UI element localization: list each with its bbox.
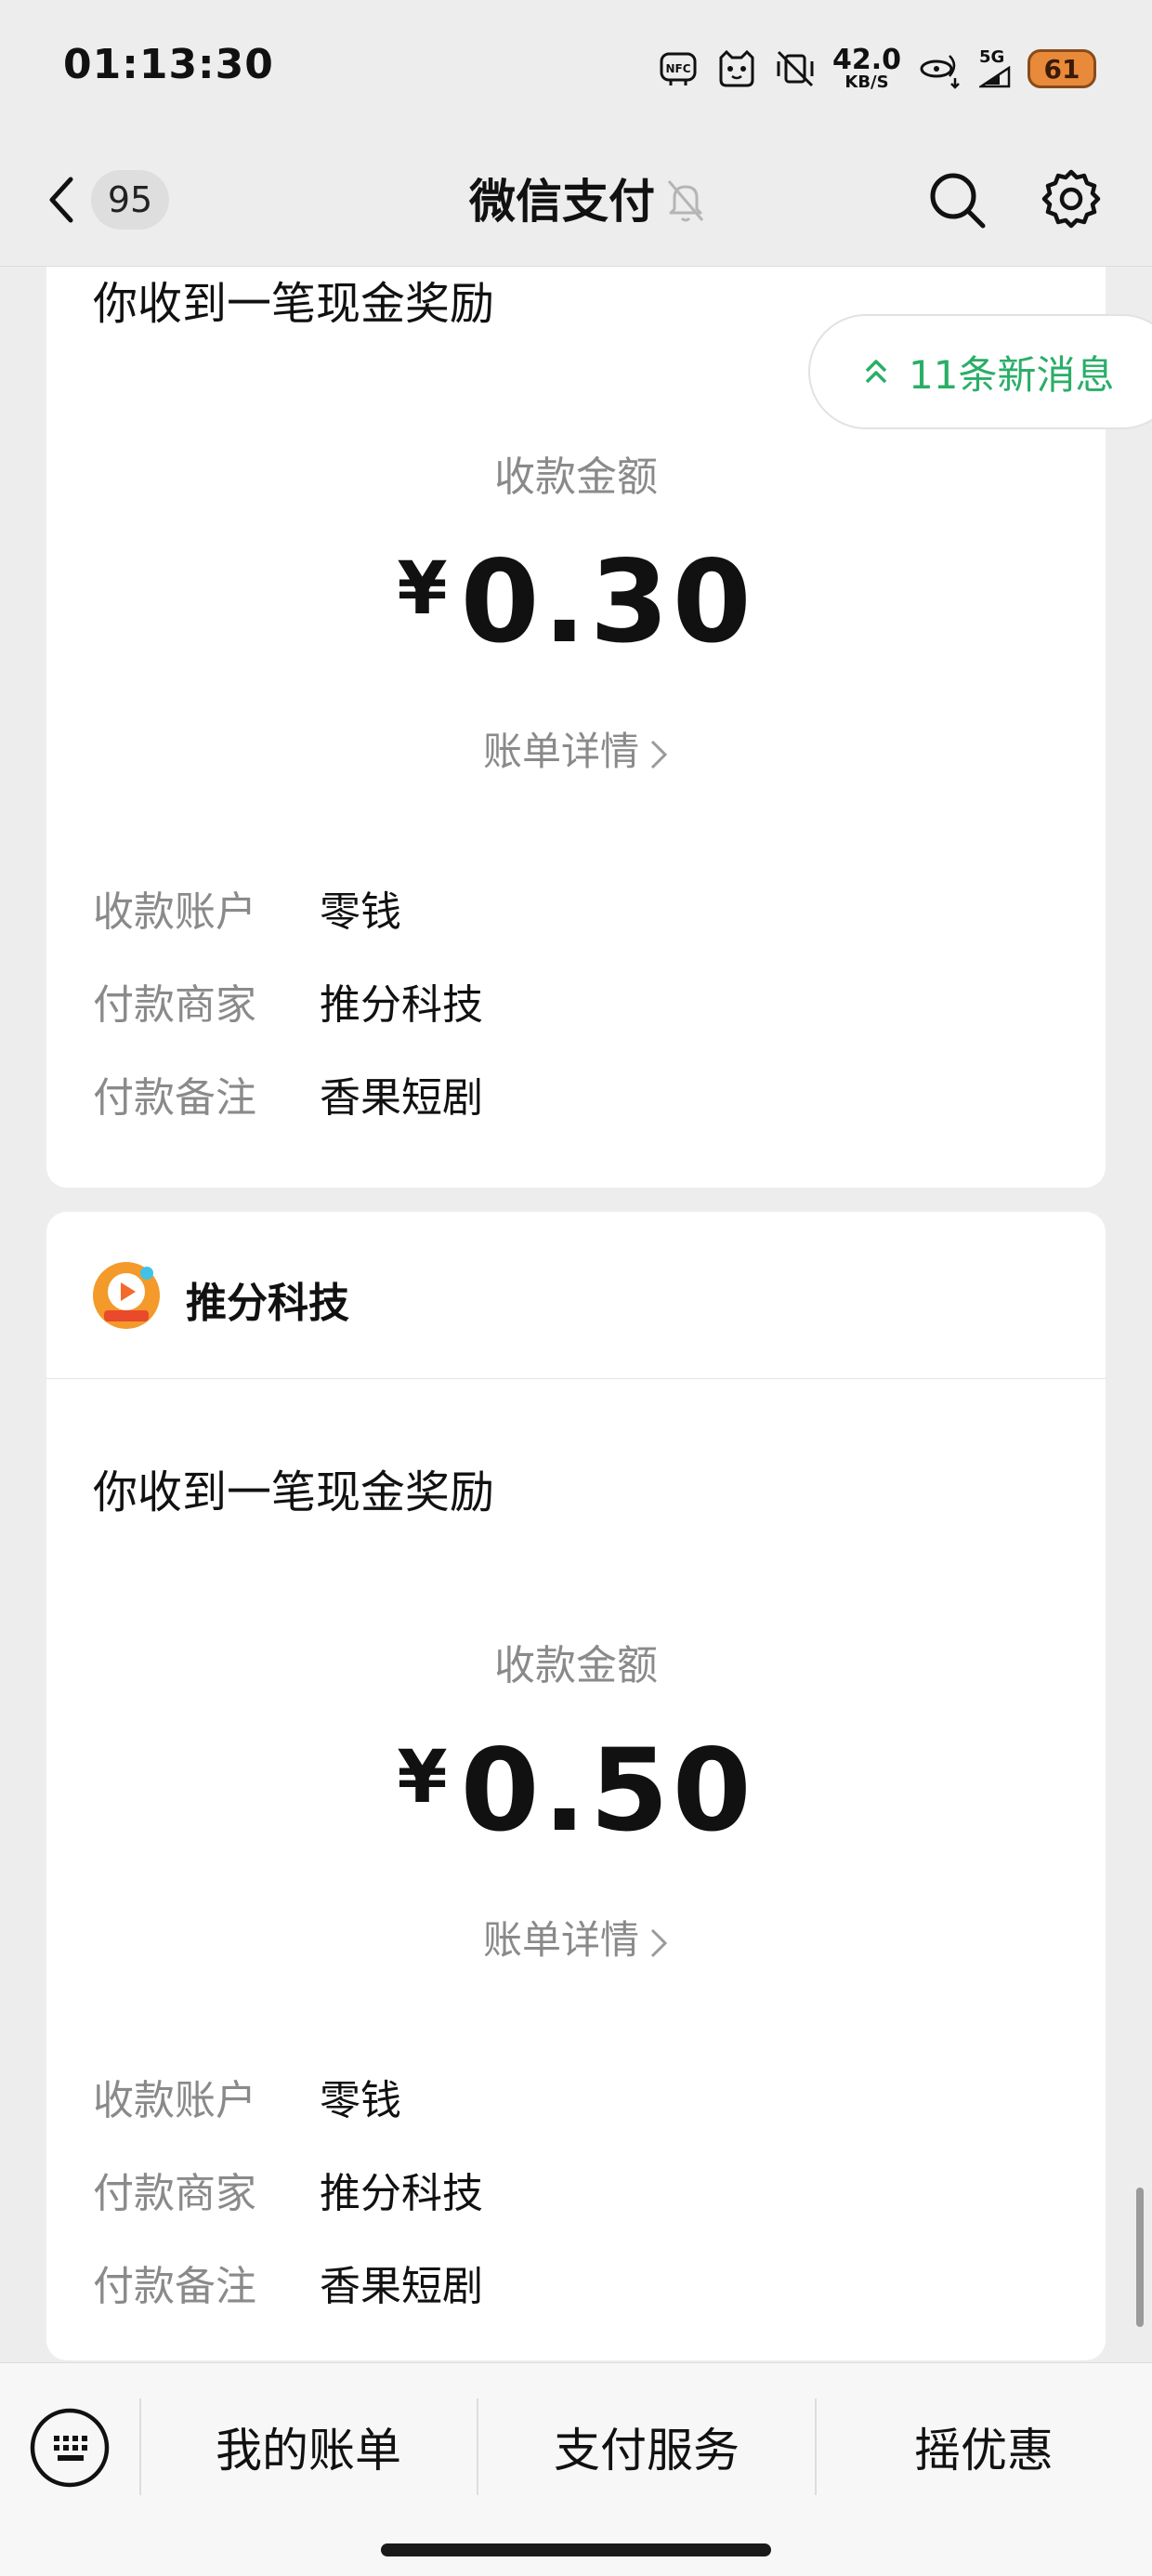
scrollbar-thumb[interactable] [1136, 2188, 1144, 2327]
amount-value: ¥0.50 [46, 1725, 1106, 1857]
signal-type: 5G [979, 47, 1005, 67]
amount-number: 0.50 [460, 1725, 755, 1857]
info-value: 香果短剧 [320, 1074, 483, 1122]
currency-symbol: ¥ [397, 547, 452, 631]
gear-icon[interactable] [1041, 168, 1102, 230]
info-key: 收款账户 [93, 888, 256, 936]
hotspot-icon [920, 55, 960, 89]
chevron-right-icon [650, 1928, 668, 1957]
message-headline: 你收到一笔现金奖励 [93, 278, 495, 330]
mute-bell-icon [667, 180, 704, 222]
info-key: 付款备注 [93, 1074, 256, 1122]
nfc-icon: NFC [660, 52, 697, 85]
cat-face-icon [719, 49, 754, 87]
info-value: 推分科技 [320, 2170, 483, 2217]
amount-label: 收款金额 [494, 1642, 658, 1689]
bill-detail-link[interactable]: 账单详情 [46, 1909, 1106, 1965]
amount-label: 收款金额 [494, 453, 658, 501]
svg-text:NFC: NFC [665, 62, 690, 75]
double-chevron-up-icon [865, 360, 887, 384]
info-key: 付款商家 [93, 981, 256, 1029]
message-headline: 你收到一笔现金奖励 [93, 1466, 495, 1518]
bill-detail-label: 账单详情 [482, 1917, 639, 1963]
merchant-header[interactable]: 推分科技 [46, 1212, 1106, 1379]
info-key: 付款备注 [93, 2263, 256, 2310]
info-key: 付款商家 [93, 2170, 256, 2217]
info-value: 零钱 [320, 888, 401, 936]
battery-indicator: 61 [1028, 49, 1096, 88]
keyboard-icon[interactable] [28, 2406, 111, 2490]
signal-bars-icon [979, 66, 1011, 88]
chevron-right-icon [650, 740, 668, 769]
info-value: 零钱 [320, 2077, 401, 2124]
search-icon[interactable] [927, 170, 987, 230]
home-indicator[interactable] [381, 2543, 771, 2556]
signal-indicator: 5G [979, 49, 1011, 88]
network-speed-value: 42.0 [831, 44, 901, 76]
info-value: 香果短剧 [320, 2263, 483, 2310]
network-speed-unit: KB/S [844, 72, 889, 92]
info-key: 收款账户 [93, 2077, 256, 2124]
payment-message-card: 推分科技 你收到一笔现金奖励 收款金额 ¥0.50 账单详情 收款账户 零钱 付… [46, 1212, 1106, 2360]
status-bar: 01:13:30 NFC 42.0 KB/S 5G 61 [0, 0, 1152, 135]
bottom-menu: 我的账单 支付服务 摇优惠 [0, 2362, 1152, 2576]
menu-item-my-bill[interactable]: 我的账单 [139, 2399, 478, 2495]
new-messages-label: 11条新消息 [909, 351, 1115, 398]
currency-symbol: ¥ [397, 1736, 452, 1820]
status-icons: NFC 42.0 KB/S 5G 61 [658, 41, 1096, 97]
merchant-name: 推分科技 [186, 1280, 349, 1327]
status-time: 01:13:30 [63, 41, 274, 88]
amount-number: 0.30 [460, 536, 755, 668]
network-speed: 42.0 KB/S [832, 46, 901, 91]
vibrate-off-icon [777, 50, 814, 87]
new-messages-button[interactable]: 11条新消息 [808, 314, 1152, 429]
bill-detail-link[interactable]: 账单详情 [46, 720, 1106, 777]
menu-item-pay-service[interactable]: 支付服务 [478, 2399, 816, 2495]
bill-detail-label: 账单详情 [482, 729, 639, 774]
merchant-logo-icon [93, 1262, 160, 1329]
info-value: 推分科技 [320, 981, 483, 1029]
amount-value: ¥0.30 [46, 536, 1106, 668]
menu-item-shake-deals[interactable]: 摇优惠 [816, 2399, 1152, 2495]
nav-bar: 95 微信支付 [0, 135, 1152, 267]
